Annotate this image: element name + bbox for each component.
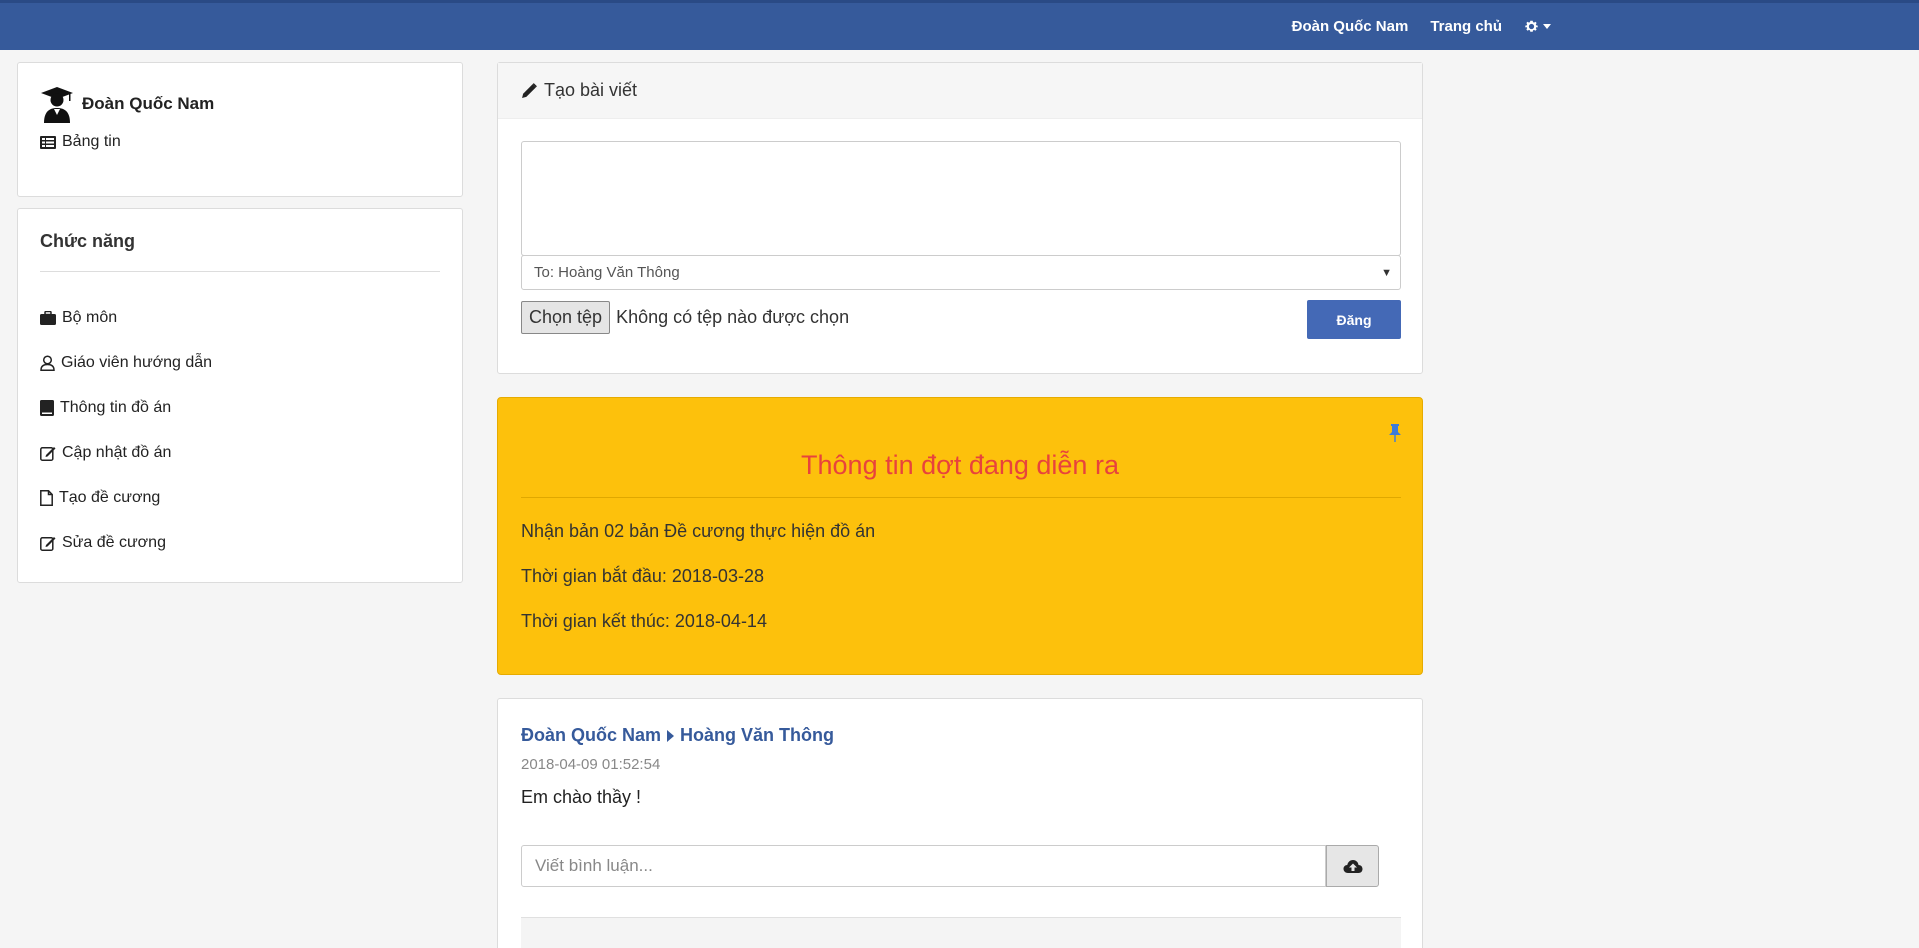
post-author[interactable]: Đoàn Quốc Nam — [521, 725, 661, 746]
user-icon — [40, 354, 55, 371]
briefcase-icon — [40, 310, 56, 325]
file-input: Chọn tệp Không có tệp nào được chọn — [521, 301, 849, 334]
sidebar-item-department[interactable]: Bộ môn — [40, 295, 212, 340]
functions-list: Bộ môn Giáo viên hướng dẫn Thông tin đồ … — [40, 295, 212, 565]
news-feed-label: Bảng tin — [62, 133, 121, 150]
post-timestamp: 2018-04-09 01:52:54 — [521, 756, 661, 773]
gear-icon — [1525, 20, 1538, 32]
file-status: Không có tệp nào được chọn — [616, 307, 850, 327]
sidebar-item-label: Bộ môn — [62, 308, 118, 326]
comment-input[interactable]: Viết bình luận... — [521, 845, 1326, 887]
navbar-right: Đoàn Quốc Nam Trang chủ — [1292, 3, 1551, 50]
top-navbar: Đoàn Quốc Nam Trang chủ — [0, 0, 1919, 50]
user-profile[interactable]: Đoàn Quốc Nam — [40, 85, 214, 123]
create-post-title: Tạo bài viết — [544, 80, 638, 100]
create-post-header: Tạo bài viết — [498, 63, 1422, 119]
caret-right-icon — [667, 729, 675, 742]
chevron-down-icon — [1543, 24, 1551, 29]
pencil-icon — [522, 83, 537, 98]
settings-dropdown[interactable] — [1524, 19, 1551, 34]
sidebar-item-create-outline[interactable]: Tạo đề cương — [40, 475, 212, 520]
sidebar-item-label: Giáo viên hướng dẫn — [61, 353, 213, 371]
functions-card: Chức năng Bộ môn Giáo viên hướng dẫn Thô… — [17, 208, 463, 583]
notice-start-date: Thời gian bắt đầu: 2018-03-28 — [521, 566, 764, 586]
cloud-upload-icon — [1343, 859, 1362, 873]
pin-icon[interactable] — [1388, 424, 1402, 442]
post-content: Em chào thầy ! — [521, 787, 642, 807]
post-textarea[interactable] — [521, 141, 1401, 256]
post-participants: Đoàn Quốc Nam Hoàng Văn Thông — [521, 725, 834, 746]
edit-icon — [40, 536, 56, 551]
user-card: Đoàn Quốc Nam Bảng tin — [17, 62, 463, 197]
notice-description: Nhận bản 02 bản Đề cương thực hiện đồ án — [521, 521, 876, 541]
sidebar-item-label: Tạo đề cương — [59, 488, 161, 506]
post-submit-button[interactable]: Đăng — [1307, 300, 1401, 339]
upload-comment-button[interactable] — [1326, 845, 1379, 887]
edit-icon — [40, 446, 56, 461]
nav-user-link[interactable]: Đoàn Quốc Nam — [1292, 18, 1409, 35]
list-icon — [40, 135, 56, 149]
comments-section — [521, 917, 1401, 948]
sidebar-item-label: Cập nhật đồ án — [62, 443, 172, 461]
recipient-select[interactable]: To: Hoàng Văn Thông ▼ — [521, 255, 1401, 290]
recipient-select-value: To: Hoàng Văn Thông — [534, 264, 680, 281]
sidebar-item-edit-outline[interactable]: Sửa đề cương — [40, 520, 212, 565]
nav-home-link[interactable]: Trang chủ — [1430, 18, 1502, 35]
current-phase-notice: Thông tin đợt đang diễn ra Nhận bản 02 b… — [497, 397, 1423, 675]
post-recipient[interactable]: Hoàng Văn Thông — [680, 725, 834, 746]
sidebar-item-update-project[interactable]: Cập nhật đồ án — [40, 430, 212, 475]
feed-post: Đoàn Quốc Nam Hoàng Văn Thông 2018-04-09… — [497, 698, 1423, 948]
choose-file-button[interactable]: Chọn tệp — [521, 301, 611, 334]
user-name: Đoàn Quốc Nam — [82, 94, 215, 113]
notice-end-date: Thời gian kết thúc: 2018-04-14 — [521, 611, 767, 631]
notice-title: Thông tin đợt đang diễn ra — [801, 450, 1119, 480]
sidebar-item-label: Sửa đề cương — [62, 533, 166, 551]
graduate-avatar-icon — [41, 87, 73, 123]
sidebar-item-supervisor[interactable]: Giáo viên hướng dẫn — [40, 340, 212, 385]
divider — [521, 497, 1401, 498]
book-icon — [40, 399, 54, 416]
chevron-down-icon: ▼ — [1381, 267, 1392, 279]
sidebar-item-project-info[interactable]: Thông tin đồ án — [40, 385, 212, 430]
news-feed-link[interactable]: Bảng tin — [40, 133, 121, 151]
create-post-card: Tạo bài viết To: Hoàng Văn Thông ▼ Chọn … — [497, 62, 1423, 374]
sidebar-item-label: Thông tin đồ án — [60, 398, 172, 416]
divider — [40, 271, 440, 272]
comment-placeholder: Viết bình luận... — [535, 856, 653, 875]
file-icon — [40, 489, 53, 506]
functions-title: Chức năng — [40, 231, 136, 251]
